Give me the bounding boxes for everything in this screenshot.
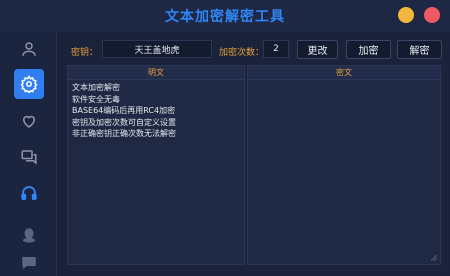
headphones-icon bbox=[21, 186, 37, 200]
sidebar-item-favorite[interactable] bbox=[14, 106, 44, 136]
main-panel: 密钥： 天王盖地虎 加密次数： 2 更改 加密 解密 明文 文本加密解密 软件安… bbox=[56, 32, 450, 276]
sidebar-item-qq[interactable] bbox=[14, 220, 44, 250]
decrypt-button[interactable]: 解密 bbox=[397, 40, 442, 59]
chat-icon bbox=[21, 150, 37, 165]
close-button[interactable] bbox=[424, 7, 440, 23]
plaintext-line: 文本加密解密 bbox=[72, 83, 120, 92]
sidebar bbox=[0, 32, 56, 276]
app-window: 文本加密解密工具 密钥： 天王盖地虎 加密次数： 2 更改 加密 解密 明文 文… bbox=[0, 0, 450, 276]
window-title: 文本加密解密工具 bbox=[165, 9, 285, 25]
sidebar-item-settings[interactable] bbox=[14, 69, 44, 99]
sidebar-item-headphones[interactable] bbox=[14, 178, 44, 208]
minimize-button[interactable] bbox=[398, 7, 414, 23]
plaintext-line: 软件安全无毒 bbox=[72, 94, 120, 104]
sidebar-item-user[interactable] bbox=[14, 34, 44, 64]
ciphertext-textarea[interactable] bbox=[248, 80, 440, 84]
user-icon bbox=[22, 42, 36, 56]
message-icon bbox=[22, 257, 36, 269]
plaintext-line: BASE64编码后再用RC4加密 bbox=[72, 106, 176, 115]
sidebar-item-chat[interactable] bbox=[14, 142, 44, 172]
ciphertext-panel[interactable]: 密文 bbox=[247, 65, 441, 265]
plaintext-line: 非正确密钥正确次数无法解密 bbox=[72, 129, 176, 138]
plaintext-textarea[interactable]: 文本加密解密 软件安全无毒 BASE64编码后再用RC4加密 密钥及加密次数可自… bbox=[68, 80, 244, 142]
change-button[interactable]: 更改 bbox=[297, 40, 338, 59]
encrypt-count-label: 加密次数： bbox=[219, 48, 265, 58]
sidebar-item-message[interactable] bbox=[14, 248, 44, 276]
heart-icon bbox=[22, 115, 36, 128]
plaintext-header: 明文 bbox=[68, 66, 244, 80]
resize-grip-icon[interactable] bbox=[430, 254, 438, 262]
gear-icon bbox=[20, 75, 38, 93]
encrypt-count-input[interactable]: 2 bbox=[263, 40, 289, 58]
key-label: 密钥： bbox=[71, 48, 99, 58]
qq-penguin-icon bbox=[23, 228, 35, 243]
ciphertext-header: 密文 bbox=[248, 66, 440, 80]
plaintext-panel[interactable]: 明文 文本加密解密 软件安全无毒 BASE64编码后再用RC4加密 密钥及加密次… bbox=[67, 65, 245, 265]
encrypt-button[interactable]: 加密 bbox=[346, 40, 391, 59]
key-input[interactable]: 天王盖地虎 bbox=[102, 40, 212, 58]
title-bar[interactable]: 文本加密解密工具 bbox=[0, 0, 450, 32]
plaintext-line: 密钥及加密次数可自定义设置 bbox=[72, 117, 176, 127]
